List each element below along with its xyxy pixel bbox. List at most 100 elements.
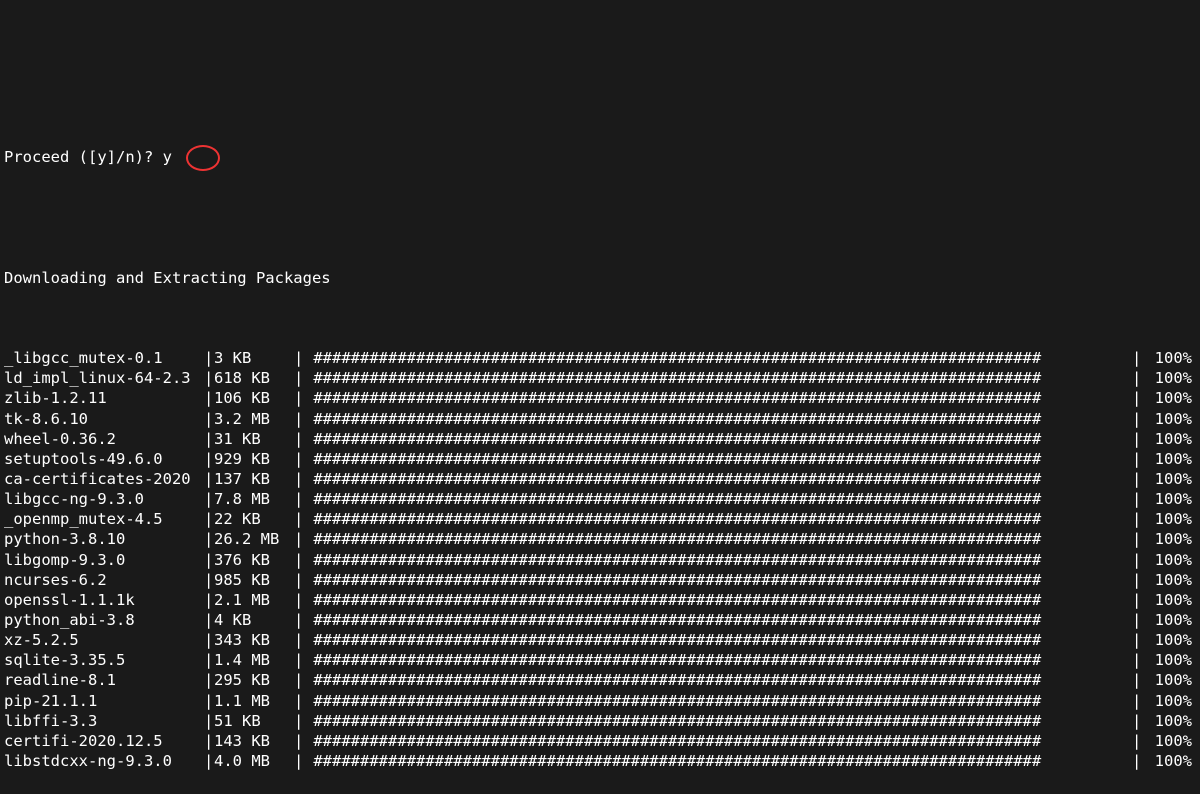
package-size: 143 KB bbox=[214, 731, 294, 751]
package-percent: 100% bbox=[1142, 650, 1196, 670]
package-name: pip-21.1.1 bbox=[4, 691, 204, 711]
package-name: setuptools-49.6.0 bbox=[4, 449, 204, 469]
package-name: libstdcxx-ng-9.3.0 bbox=[4, 751, 204, 771]
column-separator: | bbox=[294, 650, 304, 670]
column-separator: | bbox=[204, 650, 214, 670]
column-separator: | bbox=[1132, 489, 1142, 509]
package-size: 618 KB bbox=[214, 368, 294, 388]
progress-bar: ########################################… bbox=[304, 650, 1132, 670]
package-size: 4.0 MB bbox=[214, 751, 294, 771]
terminal-output[interactable]: Proceed ([y]/n)? y Downloading and Extra… bbox=[0, 81, 1200, 794]
progress-bar: ########################################… bbox=[304, 509, 1132, 529]
package-percent: 100% bbox=[1142, 388, 1196, 408]
package-name: certifi-2020.12.5 bbox=[4, 731, 204, 751]
package-percent: 100% bbox=[1142, 469, 1196, 489]
column-separator: | bbox=[1132, 691, 1142, 711]
column-separator: | bbox=[204, 610, 214, 630]
progress-bar: ########################################… bbox=[304, 469, 1132, 489]
package-percent: 100% bbox=[1142, 509, 1196, 529]
progress-bar: ########################################… bbox=[304, 348, 1132, 368]
column-separator: | bbox=[294, 610, 304, 630]
column-separator: | bbox=[204, 368, 214, 388]
package-name: tk-8.6.10 bbox=[4, 409, 204, 429]
progress-bar: ########################################… bbox=[304, 731, 1132, 751]
package-name: ncurses-6.2 bbox=[4, 570, 204, 590]
progress-bar: ########################################… bbox=[304, 409, 1132, 429]
progress-bar: ########################################… bbox=[304, 449, 1132, 469]
package-percent: 100% bbox=[1142, 691, 1196, 711]
package-name: libffi-3.3 bbox=[4, 711, 204, 731]
package-row: python-3.8.10| 26.2 MB| ################… bbox=[4, 529, 1196, 549]
package-percent: 100% bbox=[1142, 489, 1196, 509]
package-row: ld_impl_linux-64-2.3| 618 KB| ##########… bbox=[4, 368, 1196, 388]
package-size: 137 KB bbox=[214, 469, 294, 489]
column-separator: | bbox=[204, 550, 214, 570]
package-percent: 100% bbox=[1142, 550, 1196, 570]
package-row: setuptools-49.6.0| 929 KB| #############… bbox=[4, 449, 1196, 469]
package-name: zlib-1.2.11 bbox=[4, 388, 204, 408]
package-row: readline-8.1| 295 KB| ##################… bbox=[4, 670, 1196, 690]
column-separator: | bbox=[204, 711, 214, 731]
column-separator: | bbox=[204, 388, 214, 408]
package-percent: 100% bbox=[1142, 409, 1196, 429]
package-row: xz-5.2.5| 343 KB| ######################… bbox=[4, 630, 1196, 650]
column-separator: | bbox=[294, 630, 304, 650]
package-size: 4 KB bbox=[214, 610, 294, 630]
package-size: 51 KB bbox=[214, 711, 294, 731]
progress-bar: ########################################… bbox=[304, 670, 1132, 690]
column-separator: | bbox=[1132, 509, 1142, 529]
prompt-answer: y bbox=[163, 148, 172, 166]
package-percent: 100% bbox=[1142, 670, 1196, 690]
package-name: libgcc-ng-9.3.0 bbox=[4, 489, 204, 509]
column-separator: | bbox=[294, 388, 304, 408]
column-separator: | bbox=[294, 368, 304, 388]
column-separator: | bbox=[1132, 348, 1142, 368]
progress-bar: ########################################… bbox=[304, 550, 1132, 570]
package-row: _openmp_mutex-4.5| 22 KB| ##############… bbox=[4, 509, 1196, 529]
column-separator: | bbox=[294, 570, 304, 590]
package-name: libgomp-9.3.0 bbox=[4, 550, 204, 570]
column-separator: | bbox=[1132, 368, 1142, 388]
column-separator: | bbox=[204, 529, 214, 549]
package-size: 31 KB bbox=[214, 429, 294, 449]
progress-bar: ########################################… bbox=[304, 489, 1132, 509]
column-separator: | bbox=[204, 489, 214, 509]
package-row: ca-certificates-2020| 137 KB| ##########… bbox=[4, 469, 1196, 489]
column-separator: | bbox=[204, 429, 214, 449]
progress-bar: ########################################… bbox=[304, 751, 1132, 771]
column-separator: | bbox=[1132, 449, 1142, 469]
package-percent: 100% bbox=[1142, 449, 1196, 469]
download-header: Downloading and Extracting Packages bbox=[4, 268, 1196, 288]
column-separator: | bbox=[204, 509, 214, 529]
package-size: 22 KB bbox=[214, 509, 294, 529]
package-row: sqlite-3.35.5| 1.4 MB| #################… bbox=[4, 650, 1196, 670]
column-separator: | bbox=[204, 731, 214, 751]
package-name: ca-certificates-2020 bbox=[4, 469, 204, 489]
column-separator: | bbox=[294, 429, 304, 449]
column-separator: | bbox=[204, 570, 214, 590]
package-size: 106 KB bbox=[214, 388, 294, 408]
package-percent: 100% bbox=[1142, 731, 1196, 751]
column-separator: | bbox=[1132, 429, 1142, 449]
column-separator: | bbox=[204, 590, 214, 610]
package-size: 1.1 MB bbox=[214, 691, 294, 711]
column-separator: | bbox=[294, 691, 304, 711]
package-row: pip-21.1.1| 1.1 MB| ####################… bbox=[4, 691, 1196, 711]
package-row: openssl-1.1.1k| 2.1 MB| ################… bbox=[4, 590, 1196, 610]
package-name: wheel-0.36.2 bbox=[4, 429, 204, 449]
column-separator: | bbox=[204, 691, 214, 711]
column-separator: | bbox=[294, 449, 304, 469]
package-size: 2.1 MB bbox=[214, 590, 294, 610]
answer-highlight-circle bbox=[186, 145, 220, 171]
package-size: 985 KB bbox=[214, 570, 294, 590]
column-separator: | bbox=[294, 489, 304, 509]
package-size: 343 KB bbox=[214, 630, 294, 650]
package-name: ld_impl_linux-64-2.3 bbox=[4, 368, 204, 388]
package-percent: 100% bbox=[1142, 610, 1196, 630]
column-separator: | bbox=[294, 529, 304, 549]
package-percent: 100% bbox=[1142, 751, 1196, 771]
column-separator: | bbox=[1132, 650, 1142, 670]
column-separator: | bbox=[294, 550, 304, 570]
package-row: tk-8.6.10| 3.2 MB| #####################… bbox=[4, 409, 1196, 429]
package-size: 3 KB bbox=[214, 348, 294, 368]
